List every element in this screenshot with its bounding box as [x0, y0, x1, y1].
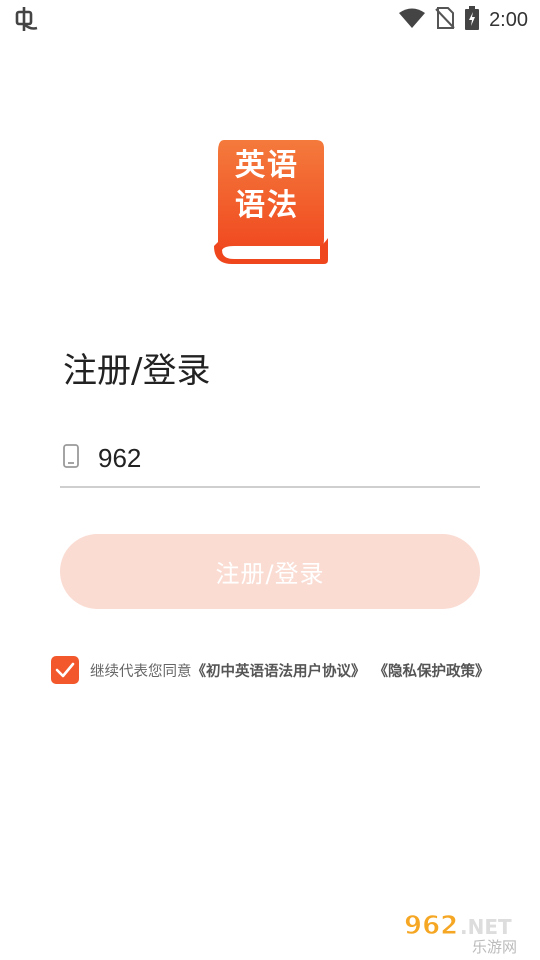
agree-checkbox[interactable]	[51, 656, 79, 684]
no-sim-icon	[435, 7, 455, 33]
privacy-policy-link[interactable]: 《隐私保护政策》	[374, 664, 490, 680]
phone-input[interactable]	[98, 438, 458, 478]
phone-field	[60, 430, 480, 488]
bug-icon	[14, 6, 40, 36]
battery-charging-icon	[465, 6, 480, 34]
agreement-row: 继续代表您同意《初中英语语法用户协议》 《隐私保护政策》	[51, 656, 490, 684]
site-watermark: 962 .NET 乐游网	[402, 908, 534, 957]
agreement-prefix: 继续代表您同意	[90, 663, 192, 680]
status-bar: 2:00	[0, 0, 540, 38]
watermark-sub: 乐游网	[472, 938, 517, 954]
app-logo: 英语 语法	[212, 138, 330, 268]
status-time: 2:00	[489, 8, 528, 31]
wifi-icon	[399, 8, 426, 32]
checkmark-icon	[55, 662, 75, 678]
register-login-button[interactable]: 注册/登录	[60, 534, 480, 609]
watermark-net: .NET	[460, 915, 512, 939]
logo-text: 英语 语法	[235, 148, 299, 223]
page-title: 注册/登录	[63, 351, 211, 391]
user-agreement-link[interactable]: 《初中英语语法用户协议》	[192, 664, 366, 680]
agreement-text: 继续代表您同意《初中英语语法用户协议》 《隐私保护政策》	[90, 660, 490, 681]
phone-icon	[62, 443, 80, 473]
watermark-brand: 962	[404, 911, 458, 941]
